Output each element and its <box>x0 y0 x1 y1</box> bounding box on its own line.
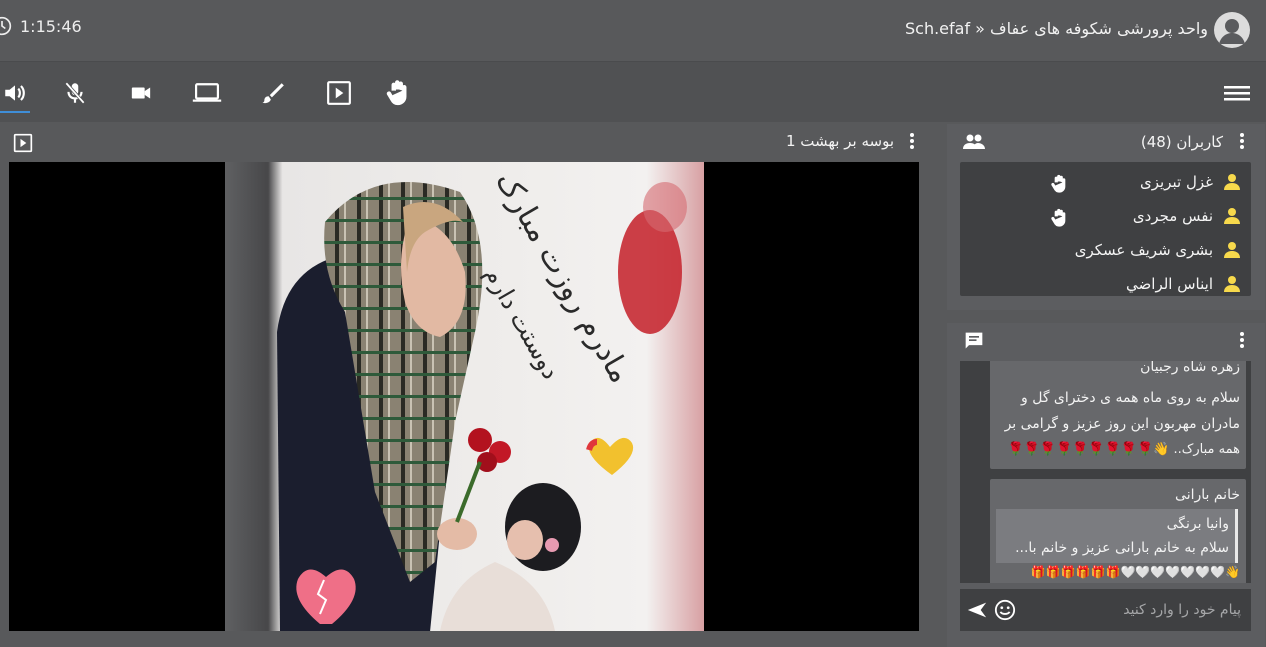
users-more-options-icon[interactable] <box>1237 132 1247 150</box>
clock-icon <box>0 16 12 36</box>
quote-text: سلام به خانم بارانی عزیز و خانم با... <box>1015 540 1229 556</box>
speaker-icon[interactable] <box>0 79 30 113</box>
room-title-text: Sch.efaf » واحد پرورشی شکوفه های عفاف <box>904 19 1208 38</box>
raise-hand-icon[interactable] <box>384 79 414 107</box>
message-text-line: مادران مهربون این روز عزیز و گرامی بر <box>1004 416 1240 432</box>
chat-message: خانم بارانی وانیا برنگی سلام به خانم بار… <box>990 479 1246 583</box>
user-icon <box>1224 242 1240 258</box>
user-name: ایناس الراضي <box>1126 275 1213 293</box>
chat-message: زهره شاه رجبیان سلام به روی ماه همه ی دخ… <box>990 361 1246 469</box>
video-panel: بوسه بر بهشت 1 مادرم روزت مبارک دوستت دا… <box>0 124 932 647</box>
video-title: بوسه بر بهشت 1 <box>785 132 894 150</box>
user-name: نفس مجردی <box>1132 207 1213 225</box>
emoji-icon[interactable] <box>994 599 1016 621</box>
user-icon <box>1224 208 1240 224</box>
user-icon <box>1224 276 1240 292</box>
quote-sender: وانیا برنگی <box>1166 516 1229 532</box>
video-player[interactable]: مادرم روزت مبارک دوستت دارم <box>9 162 919 631</box>
message-text-line: همه مبارک.. 👋🌹🌹🌹🌹🌹🌹🌹🌹🌹 <box>1007 442 1241 457</box>
user-row[interactable]: غزل تبریزی <box>960 165 1251 199</box>
right-sidebar: کاربران (48) غزل تبریزی نفس مجردی بشری ش… <box>941 124 1266 647</box>
message-sender: زهره شاه رجبیان <box>1140 361 1240 375</box>
message-input[interactable] <box>1019 598 1243 622</box>
video-more-options-icon[interactable] <box>907 132 917 150</box>
user-row[interactable]: ایناس الراضي <box>960 267 1251 296</box>
user-icon <box>1224 174 1240 190</box>
chat-icon <box>965 332 983 349</box>
brush-icon[interactable] <box>258 79 288 107</box>
timer-text: 1:15:46 <box>20 16 82 36</box>
user-row[interactable]: بشری شریف عسکری <box>960 233 1251 267</box>
users-group-icon <box>963 134 985 149</box>
mic-off-icon[interactable] <box>60 79 90 107</box>
room-title: Sch.efaf » واحد پرورشی شکوفه های عفاف <box>905 19 1208 38</box>
chat-input-bar <box>960 589 1251 631</box>
raised-hand-icon <box>1051 208 1066 227</box>
user-avatar-icon[interactable] <box>1214 12 1250 48</box>
hamburger-menu-icon[interactable] <box>1224 82 1250 104</box>
chat-messages[interactable]: زهره شاه رجبیان سلام به روی ماه همه ی دخ… <box>960 361 1251 583</box>
video-play-icon[interactable] <box>13 133 33 153</box>
message-text: 👋🤍🤍🤍🤍🤍🤍🤍🎁🎁🎁🎁🎁🎁 <box>1030 565 1240 579</box>
user-name: بشری شریف عسکری <box>1074 241 1213 259</box>
user-row[interactable]: نفس مجردی <box>960 199 1251 233</box>
video-header: بوسه بر بهشت 1 <box>0 124 932 160</box>
user-name: غزل تبریزی <box>1140 173 1213 191</box>
users-header: کاربران (48) <box>1140 133 1223 151</box>
chat-panel: زهره شاه رجبیان سلام به روی ماه همه ی دخ… <box>947 323 1265 647</box>
quoted-message[interactable]: وانیا برنگی سلام به خانم بارانی عزیز و خ… <box>996 509 1238 563</box>
toolbar <box>0 62 1266 122</box>
message-text-line: سلام به روی ماه همه ی دختر‌ای گل و <box>1021 390 1240 406</box>
chat-more-options-icon[interactable] <box>1237 331 1247 349</box>
message-sender: خانم بارانی <box>1175 487 1240 503</box>
video-frame: مادرم روزت مبارک دوستت دارم <box>225 162 704 631</box>
screen-share-icon[interactable] <box>192 79 222 107</box>
top-bar: 1:15:46 Sch.efaf » واحد پرورشی شکوفه های… <box>0 0 1266 62</box>
play-media-icon[interactable] <box>324 79 354 107</box>
session-timer: 1:15:46 <box>0 16 82 36</box>
users-list: غزل تبریزی نفس مجردی بشری شریف عسکری این… <box>960 162 1251 296</box>
users-panel: کاربران (48) غزل تبریزی نفس مجردی بشری ش… <box>947 124 1265 310</box>
send-icon[interactable] <box>966 600 988 620</box>
raised-hand-icon <box>1051 174 1066 193</box>
camera-icon[interactable] <box>126 79 156 107</box>
video-frame-illustration: مادرم روزت مبارک دوستت دارم <box>277 165 687 631</box>
